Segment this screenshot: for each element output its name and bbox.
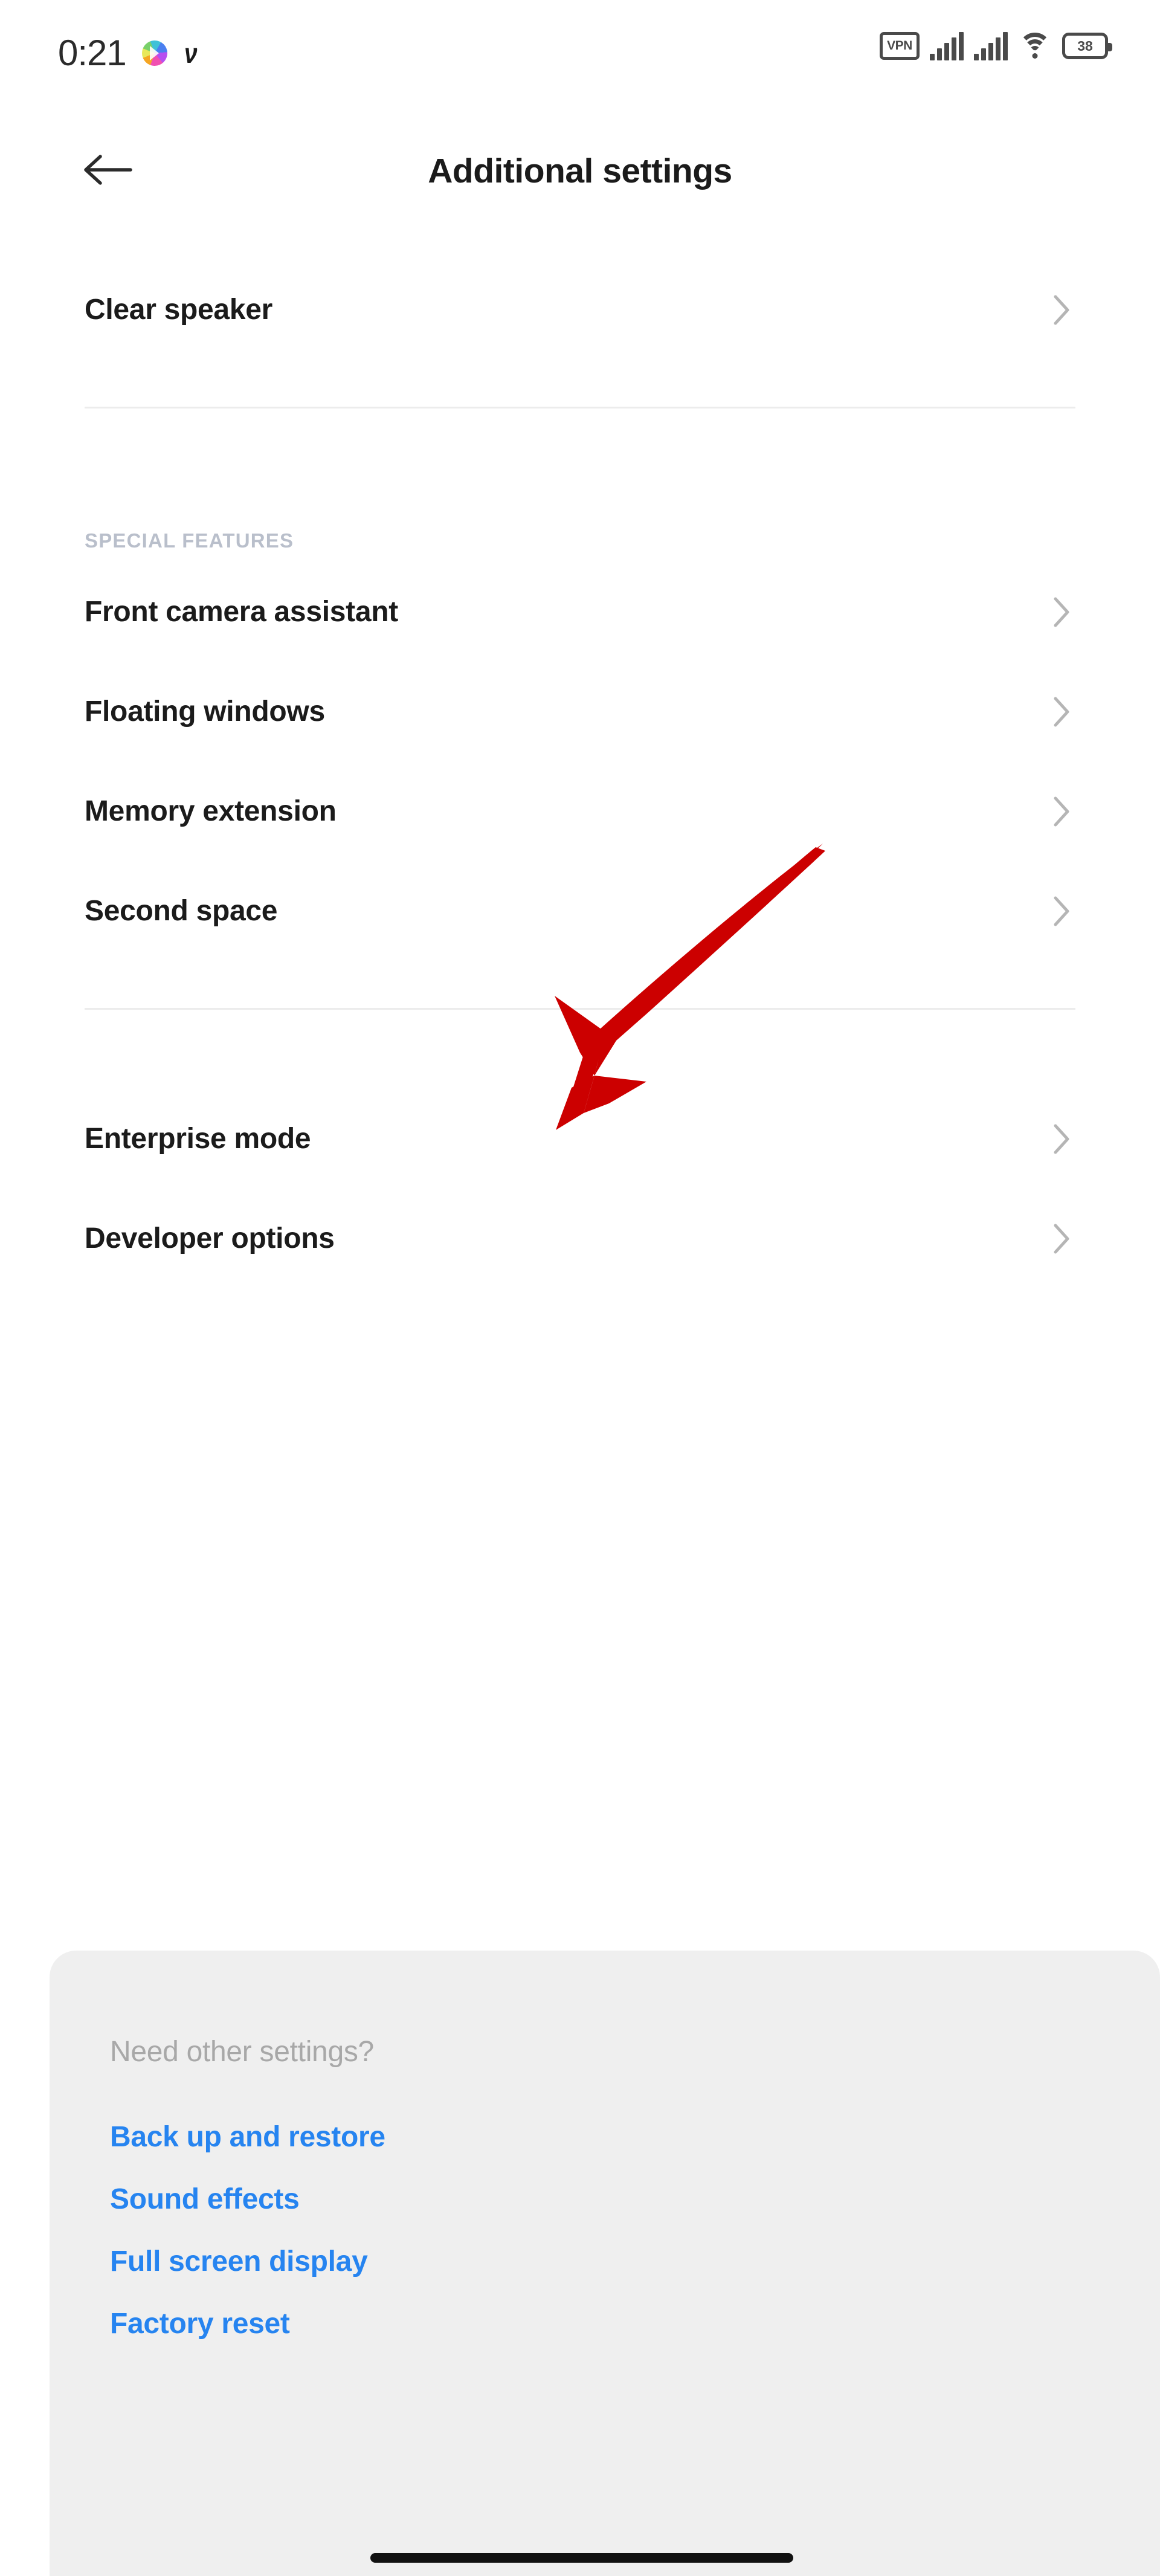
section-divider-1 xyxy=(0,360,1160,468)
list-item-clear-speaker[interactable]: Clear speaker xyxy=(0,260,1160,360)
panel-heading: Need other settings? xyxy=(110,2036,374,2068)
link-full-screen-display[interactable]: Full screen display xyxy=(50,2230,1160,2293)
app-header: Additional settings xyxy=(0,121,1160,221)
settings-list: Clear speaker SPECIAL FEATURES Front cam… xyxy=(0,260,1160,1288)
list-item-label: Floating windows xyxy=(85,696,325,728)
list-item-enterprise-mode[interactable]: Enterprise mode xyxy=(0,1089,1160,1189)
phone-screen: 0:21 ν VPN 38 Additional settings Clear … xyxy=(0,0,1160,2576)
chevron-right-icon xyxy=(1054,597,1069,627)
status-bar: 0:21 ν VPN 38 xyxy=(0,0,1160,103)
list-item-label: Second space xyxy=(85,895,278,927)
link-factory-reset[interactable]: Factory reset xyxy=(50,2293,1160,2355)
gesture-navigation-bar[interactable] xyxy=(370,2553,793,2563)
list-item-label: Memory extension xyxy=(85,795,337,827)
list-item-front-camera-assistant[interactable]: Front camera assistant xyxy=(0,562,1160,662)
vpn-icon: VPN xyxy=(880,32,920,60)
list-item-label: Front camera assistant xyxy=(85,596,398,628)
chevron-right-icon xyxy=(1054,697,1069,726)
signal-icon-sim1 xyxy=(930,31,964,60)
chevron-right-icon xyxy=(1054,1224,1069,1253)
section-divider-2 xyxy=(0,961,1160,1070)
chevron-right-icon xyxy=(1054,295,1069,324)
battery-icon: 38 xyxy=(1062,33,1112,59)
list-item-floating-windows[interactable]: Floating windows xyxy=(0,662,1160,761)
list-item-second-space[interactable]: Second space xyxy=(0,861,1160,961)
list-item-memory-extension[interactable]: Memory extension xyxy=(0,761,1160,861)
section-header-special-features: SPECIAL FEATURES xyxy=(85,529,294,552)
status-clock: 0:21 xyxy=(58,33,127,73)
link-back-up-and-restore[interactable]: Back up and restore xyxy=(50,2106,1160,2168)
chevron-right-icon xyxy=(1054,796,1069,826)
chevron-right-icon xyxy=(1054,896,1069,926)
link-sound-effects[interactable]: Sound effects xyxy=(50,2168,1160,2230)
list-item-label: Clear speaker xyxy=(85,294,272,326)
list-item-label: Enterprise mode xyxy=(85,1123,311,1155)
list-item-label: Developer options xyxy=(85,1222,335,1254)
page-title: Additional settings xyxy=(428,151,732,190)
v-app-icon: ν xyxy=(184,37,198,69)
signal-icon-sim2 xyxy=(974,31,1008,60)
wifi-icon xyxy=(1018,31,1052,60)
color-play-icon xyxy=(141,40,167,66)
battery-level-label: 38 xyxy=(1077,37,1093,54)
status-bar-right: VPN 38 xyxy=(880,31,1112,60)
other-settings-panel: Need other settings? Back up and restore… xyxy=(50,1951,1160,2576)
list-item-developer-options[interactable]: Developer options xyxy=(0,1189,1160,1288)
status-bar-left: 0:21 ν xyxy=(58,35,198,71)
chevron-right-icon xyxy=(1054,1124,1069,1154)
